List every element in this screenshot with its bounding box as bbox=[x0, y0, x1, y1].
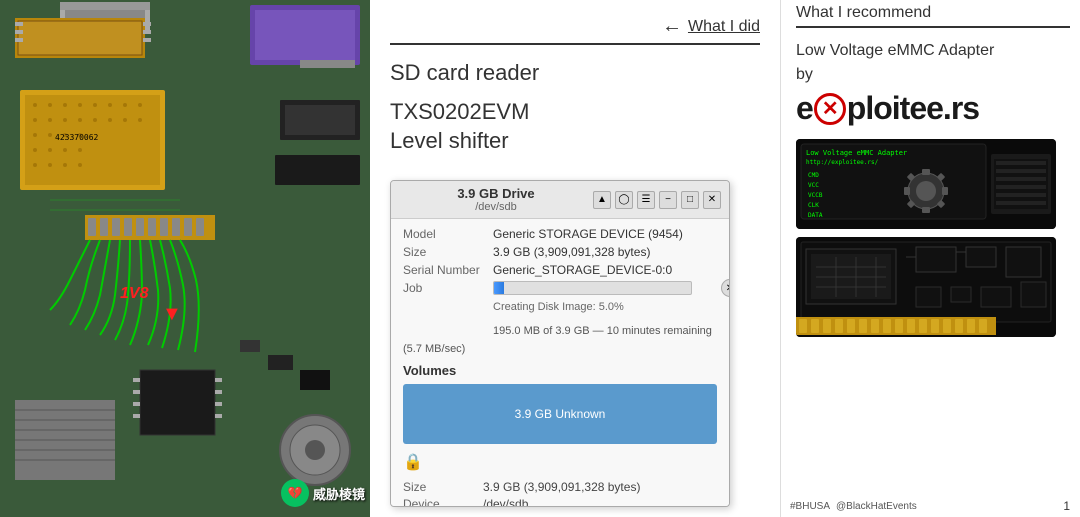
left-photo-section: 423370062 bbox=[0, 0, 370, 517]
what-i-did-label: What I did bbox=[688, 18, 760, 36]
svg-text:VCC: VCC bbox=[808, 182, 819, 189]
pcb-background: 423370062 bbox=[0, 0, 370, 517]
serial-row: Serial Number Generic_STORAGE_DEVICE-0:0 bbox=[403, 263, 717, 277]
dialog-subtitle: /dev/sdb bbox=[475, 201, 517, 213]
brand-x-icon: ✕ bbox=[822, 99, 838, 119]
detail-size-row: Size 3.9 GB (3,909,091,328 bytes) bbox=[403, 480, 717, 494]
slide-number: 1 bbox=[1063, 499, 1070, 513]
product-image-bottom bbox=[796, 237, 1056, 337]
detail-rows: Size 3.9 GB (3,909,091,328 bytes) Device… bbox=[403, 480, 717, 507]
detail-size-label: Size bbox=[403, 480, 483, 494]
svg-text:VCCB: VCCB bbox=[808, 192, 823, 199]
progress-bar-fill bbox=[494, 282, 504, 294]
volume-block: 3.9 GB Unknown bbox=[403, 384, 717, 444]
product-images: Low Voltage eMMC Adapter http://exploite… bbox=[796, 139, 1070, 337]
progress-text: 195.0 MB of 3.9 GB — 10 minutes remainin… bbox=[403, 325, 712, 355]
brand-name: e ✕ ploitee.rs bbox=[796, 90, 1070, 127]
svg-text:DATA: DATA bbox=[808, 212, 823, 219]
dialog-controls[interactable]: ▲ ◯ ☰ − □ ✕ bbox=[593, 191, 721, 209]
svg-text:CLK: CLK bbox=[808, 202, 819, 209]
disk-dialog: 3.9 GB Drive /dev/sdb ▲ ◯ ☰ − □ ✕ Model … bbox=[390, 180, 730, 507]
progress-bar-bg bbox=[493, 281, 692, 295]
product-top-svg: Low Voltage eMMC Adapter http://exploite… bbox=[796, 139, 1056, 229]
lock-icon[interactable]: 🔒 bbox=[403, 452, 423, 472]
what-recommend-header: What I recommend bbox=[796, 0, 1070, 28]
what-i-did-header: ← What I did bbox=[390, 15, 760, 38]
dialog-btn-menu[interactable]: ☰ bbox=[637, 191, 655, 209]
product-image-top: Low Voltage eMMC Adapter http://exploite… bbox=[796, 139, 1056, 229]
detail-device-value: /dev/sdb bbox=[483, 497, 528, 507]
sd-card-label: SD card reader bbox=[390, 60, 760, 86]
right-section: What I recommend Low Voltage eMMC Adapte… bbox=[780, 0, 1080, 517]
svg-text:1V8: 1V8 bbox=[120, 285, 149, 302]
volumes-label: Volumes bbox=[403, 363, 717, 378]
brand-x-circle: ✕ bbox=[814, 93, 846, 125]
size-row: Size 3.9 GB (3,909,091,328 bytes) bbox=[403, 245, 717, 259]
detail-device-row: Device /dev/sdb bbox=[403, 497, 717, 507]
left-arrow-icon: ← bbox=[662, 15, 682, 38]
progress-cancel-btn[interactable]: ✕ bbox=[721, 279, 730, 297]
top-divider bbox=[390, 43, 760, 45]
by-label: by bbox=[796, 66, 1070, 84]
dialog-btn-power[interactable]: ◯ bbox=[615, 191, 633, 209]
dialog-btn-minimize[interactable]: − bbox=[659, 191, 677, 209]
dialog-titlebar: 3.9 GB Drive /dev/sdb ▲ ◯ ☰ − □ ✕ bbox=[391, 181, 729, 219]
middle-labels: SD card reader TXS0202EVM Level shifter bbox=[390, 55, 760, 155]
dialog-body: Model Generic STORAGE DEVICE (9454) Size… bbox=[391, 219, 729, 507]
progress-detail: 195.0 MB of 3.9 GB — 10 minutes remainin… bbox=[403, 321, 717, 357]
footer-hashtags: #BHUSA @BlackHatEvents bbox=[790, 501, 917, 512]
job-label: Job bbox=[403, 281, 493, 295]
svg-text:423370062: 423370062 bbox=[55, 133, 99, 142]
model-value: Generic STORAGE DEVICE (9454) bbox=[493, 227, 683, 241]
lock-row[interactable]: 🔒 bbox=[403, 452, 717, 472]
volume-name: 3.9 GB Unknown bbox=[515, 407, 606, 421]
hashtag-bhusa: #BHUSA bbox=[790, 501, 830, 512]
svg-text:CMD: CMD bbox=[808, 172, 819, 179]
watermark-label: 威胁棱镜 bbox=[313, 484, 365, 503]
job-value-label: Creating Disk Image: 5.0% bbox=[493, 297, 717, 315]
model-row: Model Generic STORAGE DEVICE (9454) bbox=[403, 227, 717, 241]
footer: #BHUSA @BlackHatEvents 1 bbox=[780, 495, 1080, 517]
size-label: Size bbox=[403, 245, 493, 259]
product-title: Low Voltage eMMC Adapter bbox=[796, 40, 1070, 62]
hashtag-blackhat: @BlackHatEvents bbox=[836, 501, 917, 512]
model-label: Model bbox=[403, 227, 493, 241]
middle-section: ← What I did SD card reader TXS0202EVM L… bbox=[370, 0, 780, 517]
detail-size-value: 3.9 GB (3,909,091,328 bytes) bbox=[483, 480, 640, 494]
dialog-title: 3.9 GB Drive bbox=[457, 186, 534, 201]
svg-text:http://exploitee.rs/: http://exploitee.rs/ bbox=[806, 159, 879, 166]
svg-text:▼: ▼ bbox=[162, 303, 182, 325]
dialog-btn-maximize[interactable]: □ bbox=[681, 191, 699, 209]
job-status-text: Creating Disk Image: 5.0% bbox=[493, 301, 624, 313]
brand-suffix: ploitee.rs bbox=[847, 90, 979, 127]
watermark-icon: 💔 bbox=[281, 479, 309, 507]
what-recommend-label: What I recommend bbox=[796, 4, 931, 21]
size-value: 3.9 GB (3,909,091,328 bytes) bbox=[493, 245, 650, 259]
serial-label: Serial Number bbox=[403, 263, 493, 277]
serial-value: Generic_STORAGE_DEVICE-0:0 bbox=[493, 263, 672, 277]
txs-label: TXS0202EVM Level shifter bbox=[390, 98, 760, 155]
product-bottom-svg bbox=[796, 237, 1056, 337]
job-row: Job ✕ bbox=[403, 281, 717, 295]
pcb-wires: 423370062 bbox=[0, 0, 370, 517]
watermark: 💔 威胁棱镜 bbox=[281, 479, 365, 507]
svg-text:Low Voltage eMMC Adapter: Low Voltage eMMC Adapter bbox=[806, 149, 907, 157]
dialog-btn-close[interactable]: ✕ bbox=[703, 191, 721, 209]
brand-prefix: e bbox=[796, 90, 813, 127]
dialog-btn-eject[interactable]: ▲ bbox=[593, 191, 611, 209]
detail-device-label: Device bbox=[403, 497, 483, 507]
